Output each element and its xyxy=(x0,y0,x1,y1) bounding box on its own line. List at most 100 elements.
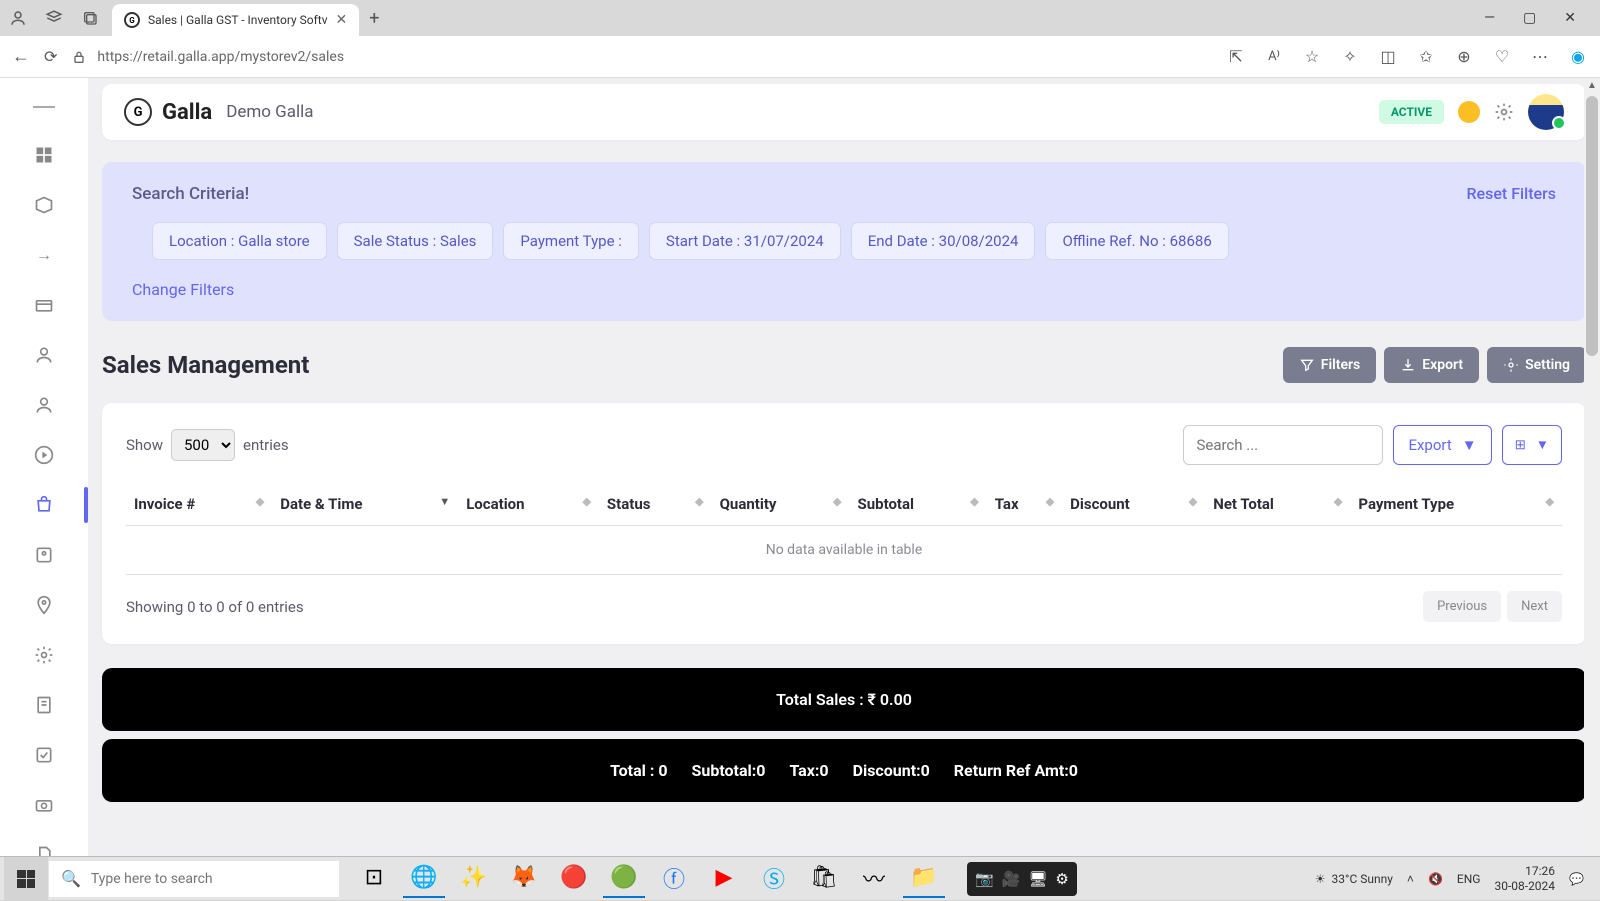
downloads-icon[interactable]: ♡ xyxy=(1492,47,1512,67)
explorer-icon[interactable]: 📁 xyxy=(903,860,945,898)
screen-tray-icon[interactable]: 🖥 xyxy=(1028,870,1047,888)
sidebar-user-icon[interactable] xyxy=(33,344,55,366)
sidebar-card-icon[interactable] xyxy=(33,294,55,316)
header-settings-icon[interactable] xyxy=(1494,102,1514,122)
col-location[interactable]: Location◆ xyxy=(458,483,599,526)
start-button[interactable] xyxy=(4,857,48,901)
scroll-thumb[interactable] xyxy=(1586,96,1598,356)
scroll-up-icon[interactable]: ▲ xyxy=(1586,80,1598,91)
col-status[interactable]: Status◆ xyxy=(599,483,712,526)
chip-payment[interactable]: Payment Type : xyxy=(503,222,639,260)
sidebar-user2-icon[interactable] xyxy=(33,394,55,416)
chrome-icon[interactable]: 🟢 xyxy=(603,860,645,898)
browser-tab[interactable]: G Sales | Galla GST - Inventory Softv ✕ xyxy=(112,4,359,36)
weather-widget[interactable]: ☀ 33°C Sunny xyxy=(1315,872,1393,886)
reset-filters-link[interactable]: Reset Filters xyxy=(1466,184,1556,204)
sidebar-box-icon[interactable] xyxy=(33,194,55,216)
copilot-task-icon[interactable]: ✨ xyxy=(453,860,495,898)
new-tab-button[interactable]: + xyxy=(369,8,379,29)
facebook-icon[interactable]: ⓕ xyxy=(653,860,695,898)
vertical-scrollbar[interactable]: ▲ ▼ xyxy=(1584,78,1600,900)
sidebar-check-icon[interactable] xyxy=(33,744,55,766)
sidebar-play-icon[interactable] xyxy=(33,444,55,466)
sidebar-sales-icon[interactable] xyxy=(33,494,55,516)
taskbar-search[interactable]: 🔍 xyxy=(49,861,339,897)
entries-select[interactable]: 500 xyxy=(171,429,235,461)
workspaces-icon[interactable] xyxy=(44,8,64,28)
sidebar-toggle-icon[interactable] xyxy=(33,106,55,108)
language-indicator[interactable]: ENG xyxy=(1457,872,1481,886)
youtube-icon[interactable]: ▶ xyxy=(703,860,745,898)
tab-close-icon[interactable]: ✕ xyxy=(336,12,348,28)
copilot-icon[interactable]: ◉ xyxy=(1568,47,1588,67)
chip-ref-no[interactable]: Offline Ref. No : 68686 xyxy=(1045,222,1228,260)
col-datetime[interactable]: Date & Time▼ xyxy=(272,483,458,526)
avatar[interactable] xyxy=(1528,94,1564,130)
taskbar-search-input[interactable] xyxy=(91,871,327,887)
table-search-input[interactable] xyxy=(1183,425,1383,465)
sidebar-settings-icon[interactable] xyxy=(33,644,55,666)
sidebar-camera-icon[interactable] xyxy=(33,794,55,816)
prev-button[interactable]: Previous xyxy=(1423,591,1501,622)
extension-icon[interactable]: ✧ xyxy=(1340,47,1360,67)
notifications-icon[interactable]: 💬 xyxy=(1569,872,1584,886)
chip-start-date[interactable]: Start Date : 31/07/2024 xyxy=(649,222,841,260)
task-view-icon[interactable]: ⊡ xyxy=(353,860,395,898)
sidebar-location-icon[interactable] xyxy=(33,594,55,616)
table-view-dropdown[interactable]: ⊞▼ xyxy=(1502,425,1562,465)
volume-icon[interactable]: 🔇 xyxy=(1428,872,1443,886)
url-field[interactable]: https://retail.galla.app/mystorev2/sales xyxy=(71,49,1212,65)
col-nettotal[interactable]: Net Total◆ xyxy=(1205,483,1350,526)
sidebar-dashboard-icon[interactable] xyxy=(33,144,55,166)
change-filters-link[interactable]: Change Filters xyxy=(132,280,234,299)
split-icon[interactable]: ◫ xyxy=(1378,47,1398,67)
share-icon[interactable]: ⇱ xyxy=(1226,47,1246,67)
window-minimize-icon[interactable]: — xyxy=(1484,10,1495,26)
col-payment[interactable]: Payment Type◆ xyxy=(1350,483,1562,526)
back-button[interactable]: ← xyxy=(12,46,30,67)
setting-button[interactable]: Setting xyxy=(1487,347,1586,383)
chip-status[interactable]: Sale Status : Sales xyxy=(337,222,494,260)
chip-end-date[interactable]: End Date : 30/08/2024 xyxy=(851,222,1036,260)
menu-icon[interactable]: ⋯ xyxy=(1530,47,1550,67)
app1-icon[interactable]: 〰 xyxy=(853,860,895,898)
clock[interactable]: 17:26 30-08-2024 xyxy=(1494,864,1555,893)
store-icon[interactable]: 🛍 xyxy=(803,860,845,898)
skype-icon[interactable]: Ⓢ xyxy=(753,860,795,898)
table-export-dropdown[interactable]: Export▼ xyxy=(1393,425,1491,465)
chip-location[interactable]: Location : Galla store xyxy=(152,222,327,260)
window-maximize-icon[interactable]: ▢ xyxy=(1523,10,1536,26)
recording-tray[interactable]: 📷 🎥 🖥 ⚙ xyxy=(967,862,1077,896)
sidebar-report-icon[interactable] xyxy=(33,694,55,716)
tab-actions-icon[interactable] xyxy=(80,8,100,28)
refresh-button[interactable]: ⟳ xyxy=(44,47,57,66)
camera-tray-icon[interactable]: 📷 xyxy=(975,870,994,888)
filters-button[interactable]: Filters xyxy=(1283,347,1376,383)
window-close-icon[interactable]: ✕ xyxy=(1564,10,1576,26)
sales-table: Invoice #◆ Date & Time▼ Location◆ Status… xyxy=(126,483,1562,575)
export-button[interactable]: Export xyxy=(1384,347,1479,383)
sidebar-contact-icon[interactable] xyxy=(33,544,55,566)
col-tax[interactable]: Tax◆ xyxy=(987,483,1062,526)
col-quantity[interactable]: Quantity◆ xyxy=(712,483,850,526)
profile-icon[interactable] xyxy=(8,8,28,28)
video-tray-icon[interactable]: 🎥 xyxy=(1002,870,1021,888)
favorite-icon[interactable]: ☆ xyxy=(1302,47,1322,67)
record-icon[interactable]: 🔴 xyxy=(553,860,595,898)
collections-icon[interactable]: ⊕ xyxy=(1454,47,1474,67)
col-subtotal[interactable]: Subtotal◆ xyxy=(850,483,987,526)
search-criteria-panel: Search Criteria! Reset Filters Location … xyxy=(102,162,1586,321)
edge-icon[interactable]: 🌐 xyxy=(403,860,445,898)
col-discount[interactable]: Discount◆ xyxy=(1062,483,1205,526)
coin-icon[interactable] xyxy=(1458,101,1480,123)
tray-chevron-icon[interactable]: ˄ xyxy=(1407,872,1414,886)
export-icon xyxy=(1400,357,1416,373)
filter-chips: Location : Galla store Sale Status : Sal… xyxy=(152,222,1556,260)
settings-tray-icon[interactable]: ⚙ xyxy=(1055,870,1068,888)
col-invoice[interactable]: Invoice #◆ xyxy=(126,483,272,526)
next-button[interactable]: Next xyxy=(1507,591,1562,622)
favorites-bar-icon[interactable]: ✩ xyxy=(1416,47,1436,67)
read-aloud-icon[interactable]: A⁾ xyxy=(1264,47,1284,67)
firefox-icon[interactable]: 🦊 xyxy=(503,860,545,898)
sidebar-arrow-icon[interactable]: → xyxy=(33,244,55,266)
